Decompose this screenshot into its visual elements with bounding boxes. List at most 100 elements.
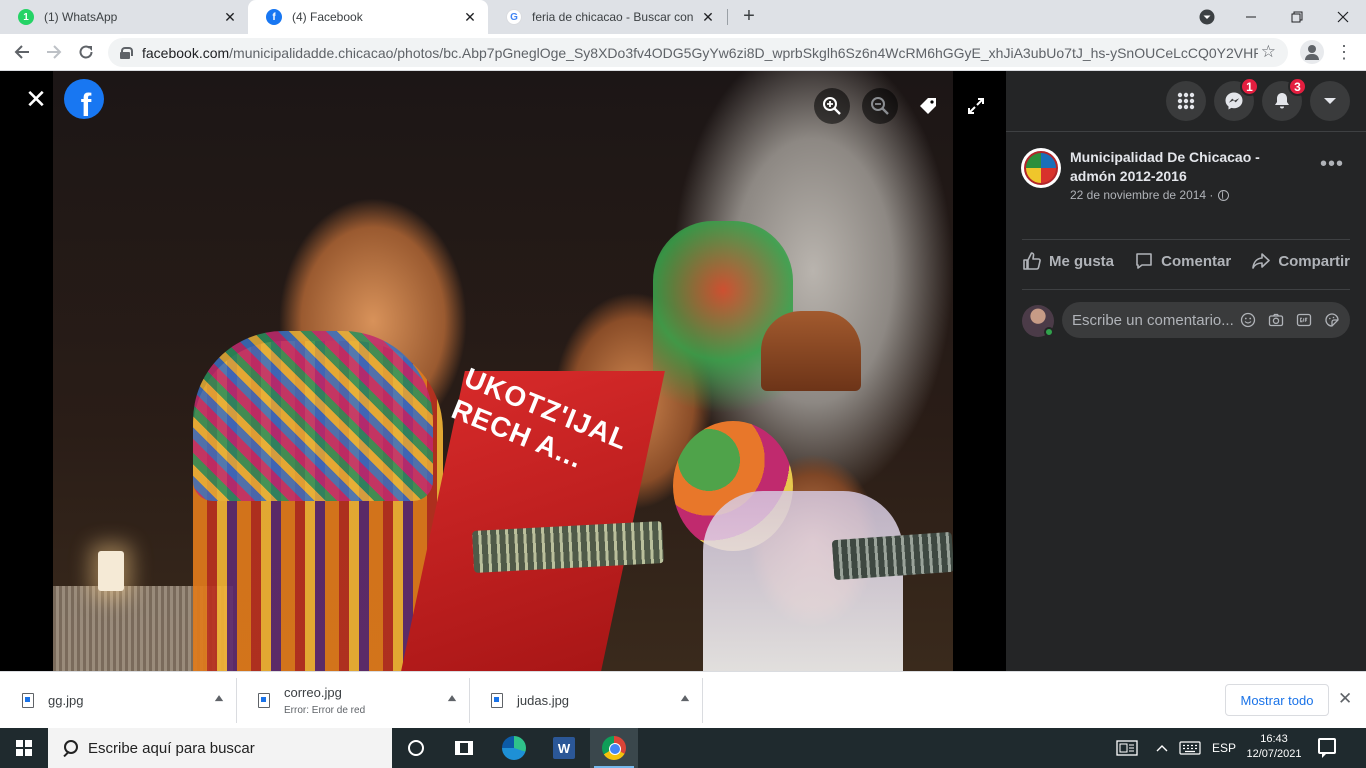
facebook-top-icons: 1 3 xyxy=(1166,77,1350,121)
camera-icon[interactable] xyxy=(1268,312,1284,328)
new-tab-button[interactable]: + xyxy=(738,5,760,27)
online-status-dot xyxy=(1044,327,1054,337)
chrome-button[interactable] xyxy=(590,728,638,768)
account-menu-button[interactable] xyxy=(1310,81,1350,121)
tab-facebook[interactable]: f (4) Facebook ✕ xyxy=(248,0,488,34)
messenger-button[interactable]: 1 xyxy=(1214,77,1259,121)
facebook-logo[interactable]: f xyxy=(64,79,104,119)
municipal-seal-icon xyxy=(1024,151,1058,185)
messenger-badge: 1 xyxy=(1240,77,1259,96)
reload-button[interactable] xyxy=(73,39,99,65)
arrow-right-icon xyxy=(47,45,62,59)
taskbar-search[interactable] xyxy=(48,728,392,768)
image-file-icon xyxy=(258,693,270,708)
notifications-button[interactable]: 3 xyxy=(1262,77,1307,121)
share-label: Compartir xyxy=(1278,252,1350,270)
sticker-icon[interactable] xyxy=(1324,312,1340,328)
post-date-text: 22 de noviembre de 2014 · xyxy=(1070,188,1214,202)
photo-crown xyxy=(761,311,861,391)
share-button[interactable]: Compartir xyxy=(1251,251,1350,271)
close-tab-icon[interactable]: ✕ xyxy=(222,9,238,26)
forward-button[interactable] xyxy=(41,39,67,65)
tag-photo-button[interactable] xyxy=(910,88,946,124)
download-divider xyxy=(702,678,703,723)
post-side-panel: 1 3 Municipalidad De Chicacao - admón 20… xyxy=(1006,71,1366,671)
word-button[interactable]: W xyxy=(540,728,588,768)
profile-avatar-icon[interactable] xyxy=(1300,40,1324,64)
chevron-up-icon[interactable]: ▾ xyxy=(215,692,223,706)
download-item[interactable]: judas.jpg ▾ xyxy=(469,672,702,729)
chevron-up-icon[interactable]: ▾ xyxy=(681,692,689,706)
page-name-link[interactable]: Municipalidad De Chicacao - admón 2012-2… xyxy=(1070,148,1300,186)
tab-whatsapp[interactable]: 1 (1) WhatsApp ✕ xyxy=(0,0,248,34)
notification-center-icon[interactable] xyxy=(1318,738,1336,758)
clock-time: 16:43 xyxy=(1260,733,1288,745)
tray-chevron-button[interactable] xyxy=(1150,728,1174,768)
tab-title: (4) Facebook xyxy=(292,10,363,24)
zoom-in-button[interactable] xyxy=(814,88,850,124)
keyboard-button[interactable] xyxy=(1176,728,1204,768)
post-photo: UKOTZ'IJAL RECH A... xyxy=(53,71,953,671)
emoji-icon[interactable] xyxy=(1240,312,1256,328)
close-tab-icon[interactable]: ✕ xyxy=(700,9,716,26)
like-button[interactable]: Me gusta xyxy=(1022,251,1114,271)
tab-title: (1) WhatsApp xyxy=(44,10,118,24)
task-view-icon xyxy=(455,741,473,755)
download-item[interactable]: correo.jpg Error: Error de red ▾ xyxy=(236,672,469,729)
close-downloads-icon[interactable]: ✕ xyxy=(1338,689,1352,709)
menu-grid-button[interactable] xyxy=(1166,81,1206,121)
search-icon xyxy=(62,740,78,756)
tab-divider xyxy=(727,9,728,25)
chevron-down-circle-icon xyxy=(1199,9,1215,25)
post-actions: Me gusta Comentar Compartir xyxy=(1022,251,1350,271)
system-clock[interactable]: 16:43 12/07/2021 xyxy=(1246,732,1302,762)
browser-menu-icon[interactable]: ⋮ xyxy=(1335,39,1353,65)
fullscreen-button[interactable] xyxy=(958,88,994,124)
post-options-button[interactable]: ••• xyxy=(1320,153,1344,176)
page-avatar[interactable] xyxy=(1021,148,1061,188)
restore-icon xyxy=(1291,11,1303,23)
tab-google-search[interactable]: G feria de chicacao - Buscar con Google … xyxy=(488,0,726,34)
cortana-button[interactable] xyxy=(392,728,440,768)
keyboard-icon xyxy=(1179,741,1201,755)
meet-now-button[interactable] xyxy=(1112,728,1142,768)
restore-button[interactable] xyxy=(1274,0,1320,34)
show-all-downloads-button[interactable]: Mostrar todo xyxy=(1225,684,1329,716)
post-date[interactable]: 22 de noviembre de 2014 · xyxy=(1070,188,1230,202)
language-indicator[interactable]: ESP xyxy=(1208,728,1240,768)
gif-icon[interactable] xyxy=(1296,312,1312,328)
panel-divider xyxy=(1022,289,1350,290)
zoom-out-button[interactable] xyxy=(862,88,898,124)
zoom-in-icon xyxy=(823,97,841,115)
close-tab-icon[interactable]: ✕ xyxy=(462,9,478,26)
close-viewer-button[interactable]: ✕ xyxy=(24,86,48,112)
comment-input[interactable] xyxy=(1072,311,1240,329)
taskbar-search-input[interactable] xyxy=(88,739,388,757)
task-view-button[interactable] xyxy=(440,728,488,768)
bell-icon xyxy=(1275,93,1289,109)
zoom-out-icon xyxy=(871,97,889,115)
chevron-up-icon xyxy=(1156,745,1168,752)
photo-book xyxy=(472,521,664,573)
close-window-button[interactable] xyxy=(1320,0,1366,34)
comment-button[interactable]: Comentar xyxy=(1134,251,1231,271)
clock-date: 12/07/2021 xyxy=(1246,748,1302,760)
address-bar[interactable]: facebook.com/municipalidadde.chicacao/ph… xyxy=(108,38,1288,67)
downloads-bar: gg.jpg ▾ correo.jpg Error: Error de red … xyxy=(0,671,1366,728)
chevron-up-icon[interactable]: ▾ xyxy=(448,692,456,706)
whatsapp-icon: 1 xyxy=(18,9,34,25)
edge-button[interactable] xyxy=(490,728,538,768)
comment-box[interactable] xyxy=(1062,302,1350,338)
cortana-icon xyxy=(408,740,424,756)
globe-icon xyxy=(1218,189,1230,201)
tab-search-button[interactable] xyxy=(1184,0,1230,34)
download-item[interactable]: gg.jpg ▾ xyxy=(0,672,236,729)
reload-icon xyxy=(79,45,93,59)
start-button[interactable] xyxy=(0,728,48,768)
google-icon: G xyxy=(506,9,522,25)
back-button[interactable] xyxy=(9,39,35,65)
minimize-button[interactable] xyxy=(1228,0,1274,34)
bookmark-star-icon[interactable]: ☆ xyxy=(1261,42,1276,62)
edge-icon xyxy=(502,736,526,760)
url-path: /municipalidadde.chicacao/photos/bc.Abp7… xyxy=(229,44,1258,61)
